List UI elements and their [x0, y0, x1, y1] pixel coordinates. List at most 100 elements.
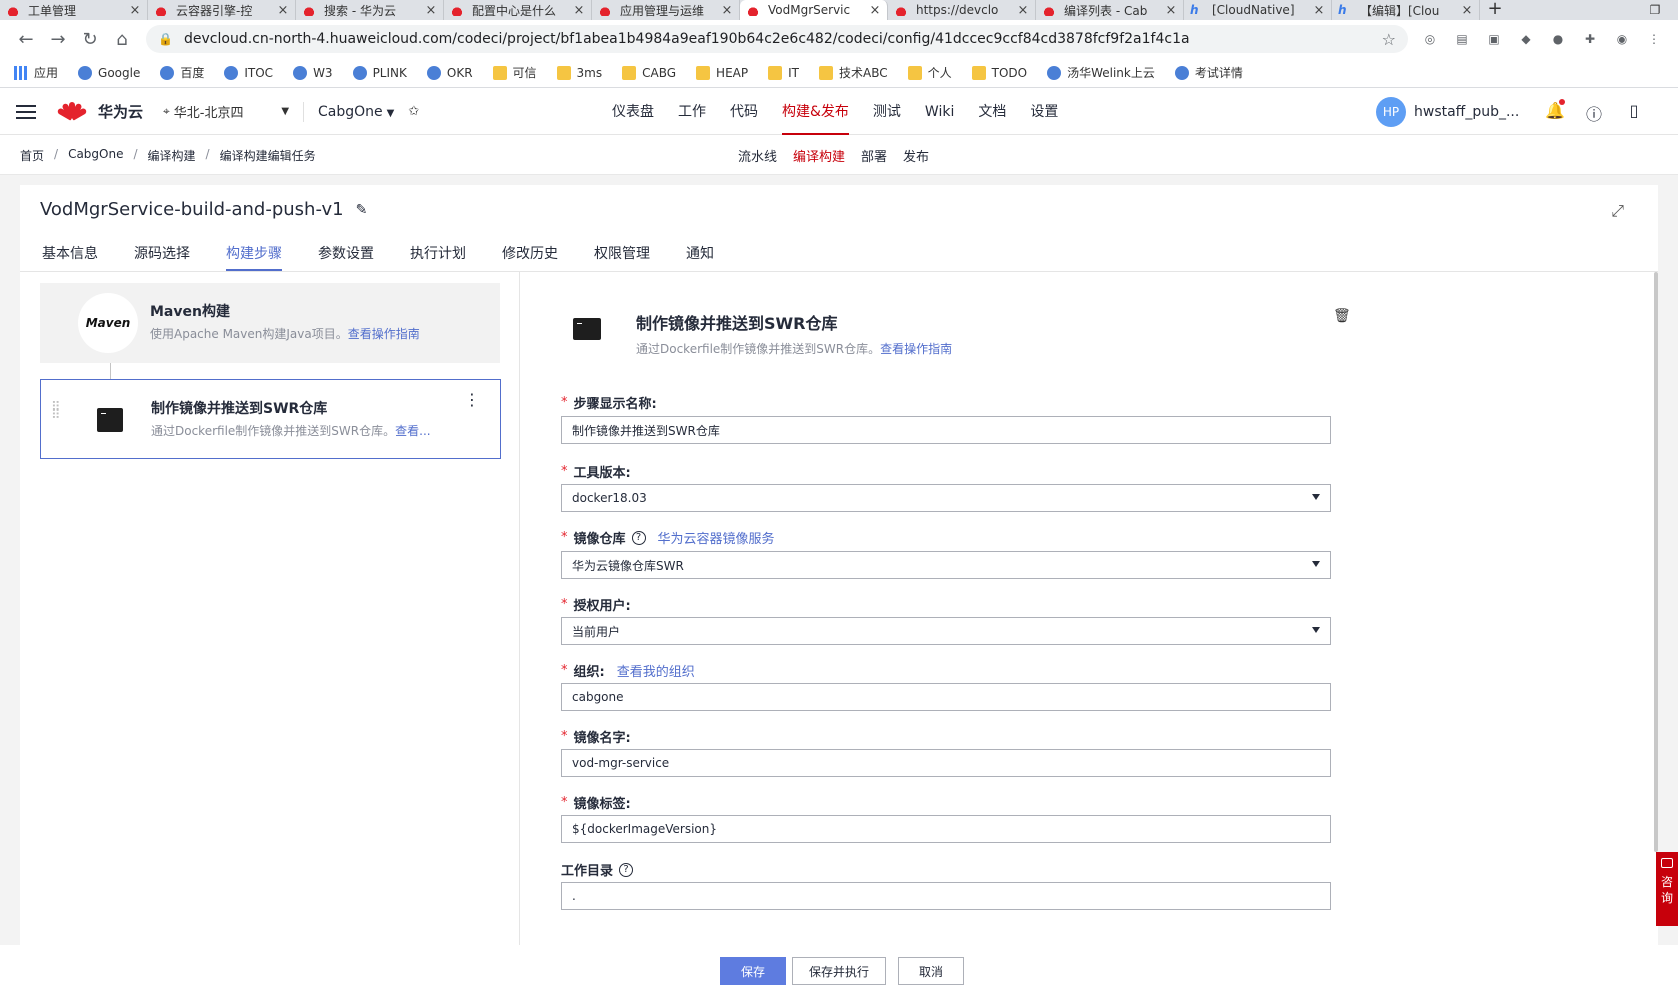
sub-nav-item[interactable]: 发布	[903, 146, 929, 165]
hamburger-menu-icon[interactable]	[16, 101, 36, 123]
image-tag-input[interactable]: ${dockerImageVersion}	[561, 815, 1331, 843]
region-selector[interactable]: ⌖ 华北-北京四 ▼	[163, 102, 289, 121]
bell-icon[interactable]: 🔔	[1545, 99, 1565, 125]
tool-version-select[interactable]: docker18.03	[561, 484, 1331, 512]
bookmark-item[interactable]: CABG	[622, 65, 676, 80]
browser-tab[interactable]: 编译列表 - Cab ×	[1036, 0, 1184, 20]
step-card-swr[interactable]: ⠿ ⠿ 制作镜像并推送到SWR仓库 通过Dockerfile制作镜像并推送到SWR…	[40, 379, 501, 459]
swr-service-link[interactable]: 华为云容器镜像服务	[658, 528, 775, 547]
close-icon[interactable]: ×	[869, 3, 881, 18]
top-nav-item[interactable]: 代码	[718, 89, 770, 135]
project-selector[interactable]: CabgOne ▼	[318, 104, 394, 120]
browser-tab[interactable]: 应用管理与运维 ×	[592, 0, 740, 20]
workdir-input[interactable]: .	[561, 882, 1331, 910]
top-nav-item[interactable]: 工作	[666, 89, 718, 135]
top-nav-item[interactable]: Wiki	[913, 89, 966, 135]
pencil-icon[interactable]: ✎	[356, 202, 368, 218]
bookmark-item[interactable]: 应用	[14, 64, 58, 81]
bookmark-item[interactable]: OKR	[426, 65, 473, 80]
extension-icon[interactable]: ▣	[1482, 27, 1506, 51]
close-icon[interactable]: ×	[1017, 3, 1029, 18]
tab-8[interactable]: 通知	[686, 243, 714, 271]
restore-icon[interactable]: ❐	[1632, 0, 1678, 20]
guide-link[interactable]: 查看...	[395, 424, 430, 438]
step-card-maven[interactable]: Maven Maven构建 使用Apache Maven构建Java项目。查看操…	[40, 283, 500, 363]
bookmark-item[interactable]: PLINK	[352, 65, 407, 80]
top-nav-item[interactable]: 文档	[966, 89, 1018, 135]
top-nav-item[interactable]: 测试	[861, 89, 913, 135]
back-icon[interactable]: ←	[10, 29, 42, 50]
forward-icon[interactable]: →	[42, 29, 74, 50]
browser-tab[interactable]: 工单管理 ×	[0, 0, 148, 20]
favorite-star-icon[interactable]: ✩	[408, 104, 419, 119]
close-icon[interactable]: ×	[1461, 3, 1473, 18]
bookmark-item[interactable]: 考试详情	[1174, 64, 1243, 81]
sub-nav-item[interactable]: 编译构建	[793, 146, 845, 165]
browser-tab[interactable]: 云容器引擎-控 ×	[148, 0, 296, 20]
delete-icon[interactable]: 🗑	[1333, 308, 1351, 324]
sub-nav-item[interactable]: 部署	[861, 146, 887, 165]
bookmark-item[interactable]: W3	[293, 65, 333, 80]
breadcrumb-item[interactable]: 首页	[20, 147, 44, 164]
browser-tab[interactable]: h [CloudNative] ×	[1184, 0, 1332, 20]
profile-icon[interactable]: ◉	[1610, 27, 1634, 51]
view-org-link[interactable]: 查看我的组织	[617, 661, 695, 680]
sub-nav-item[interactable]: 流水线	[738, 146, 777, 165]
bookmark-item[interactable]: 汤华Welink上云	[1047, 64, 1155, 81]
new-tab-icon[interactable]: +	[1480, 0, 1510, 20]
scrollbar[interactable]	[1654, 272, 1658, 852]
help-icon[interactable]: ?	[631, 530, 646, 545]
help-icon[interactable]: ⓘ	[1585, 101, 1603, 125]
extension-icon[interactable]: ●	[1546, 27, 1570, 51]
bookmark-item[interactable]: 可信	[492, 64, 537, 81]
tab-2[interactable]: 源码选择	[134, 243, 190, 271]
breadcrumb-item[interactable]: CabgOne	[68, 147, 123, 164]
top-nav-item[interactable]: 设置	[1018, 89, 1070, 135]
tab-7[interactable]: 权限管理	[594, 243, 650, 271]
cancel-button[interactable]: 取消	[898, 957, 964, 985]
auth-user-select[interactable]: 当前用户	[561, 617, 1331, 645]
close-icon[interactable]: ×	[721, 3, 733, 18]
step-name-input[interactable]: 制作镜像并推送到SWR仓库	[561, 416, 1331, 444]
bookmark-item[interactable]: 技术ABC	[818, 64, 888, 81]
reload-icon[interactable]: ↻	[74, 29, 106, 50]
help-icon[interactable]: ?	[619, 862, 634, 877]
extension-icon[interactable]: ▤	[1450, 27, 1474, 51]
menu-icon[interactable]: ⋮	[1642, 27, 1666, 51]
drag-handle-icon[interactable]: ⠿ ⠿	[51, 401, 63, 422]
mobile-icon[interactable]: ▯	[1625, 101, 1643, 125]
tab-5[interactable]: 执行计划	[410, 243, 466, 271]
tab-4[interactable]: 参数设置	[318, 243, 374, 271]
bookmark-star-icon[interactable]: ☆	[1382, 30, 1396, 49]
bookmark-item[interactable]: Google	[78, 65, 140, 80]
browser-tab[interactable]: h 【编辑】[Clou ×	[1332, 0, 1480, 20]
close-icon[interactable]: ×	[1165, 3, 1177, 18]
fullscreen-icon[interactable]: ⤢	[1611, 201, 1624, 221]
tab-1[interactable]: 基本信息	[42, 243, 98, 271]
more-options-icon[interactable]: ⋮	[464, 390, 480, 409]
puzzle-icon[interactable]: ✚	[1578, 27, 1602, 51]
browser-tab[interactable]: VodMgrServic ×	[740, 0, 888, 20]
org-input[interactable]: cabgone	[561, 683, 1331, 711]
bookmark-item[interactable]: 百度	[160, 64, 204, 81]
top-nav-item[interactable]: 构建&发布	[770, 89, 861, 135]
bookmark-item[interactable]: IT	[768, 65, 799, 80]
breadcrumb-item[interactable]: 编译构建	[148, 147, 196, 164]
bookmark-item[interactable]: TODO	[971, 65, 1027, 80]
repo-select[interactable]: 华为云镜像仓库SWR	[561, 551, 1331, 579]
bookmark-item[interactable]: 个人	[907, 64, 952, 81]
browser-tab[interactable]: https://devclo ×	[888, 0, 1036, 20]
image-name-input[interactable]: vod-mgr-service	[561, 749, 1331, 777]
huawei-logo[interactable]: 华为云	[56, 100, 143, 124]
guide-link[interactable]: 查看操作指南	[880, 342, 952, 356]
save-button[interactable]: 保存	[720, 957, 786, 985]
consult-widget[interactable]: 咨 询	[1656, 852, 1678, 926]
extension-icon[interactable]: ◆	[1514, 27, 1538, 51]
close-icon[interactable]: ×	[425, 3, 437, 18]
home-icon[interactable]: ⌂	[106, 29, 138, 50]
browser-tab[interactable]: 配置中心是什么 ×	[444, 0, 592, 20]
top-nav-item[interactable]: 仪表盘	[600, 89, 666, 135]
tab-6[interactable]: 修改历史	[502, 243, 558, 271]
bookmark-item[interactable]: HEAP	[696, 65, 748, 80]
address-bar[interactable]: 🔒 devcloud.cn-north-4.huaweicloud.com/co…	[146, 25, 1408, 53]
